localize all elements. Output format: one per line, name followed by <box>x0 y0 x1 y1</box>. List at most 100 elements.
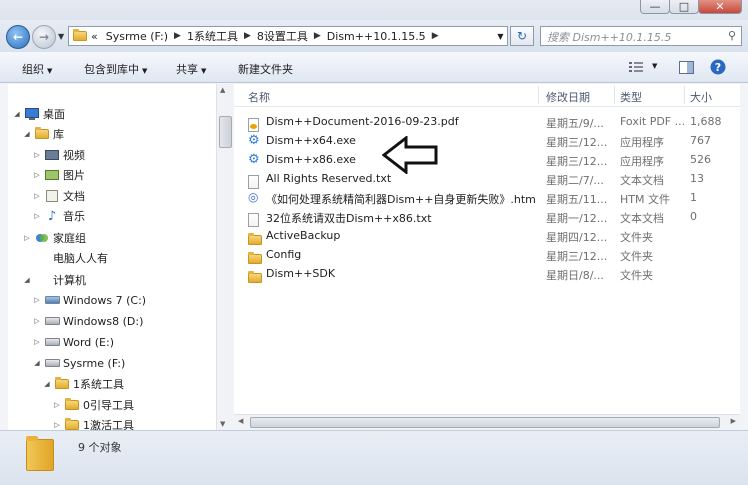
breadcrumb-settings-tools[interactable]: 8设置工具 <box>253 28 312 44</box>
nav-item-user[interactable]: 电脑人人有 <box>22 248 108 268</box>
breadcrumb-dism[interactable]: Dism++10.1.15.5 <box>323 30 430 43</box>
scroll-thumb[interactable] <box>250 417 720 428</box>
refresh-button[interactable]: ↻ <box>510 26 534 46</box>
search-input[interactable]: 搜索 Dism++10.1.15.5 ⚲ <box>540 26 742 46</box>
maximize-button[interactable]: □ <box>669 0 699 14</box>
nav-item-drive-c[interactable]: ▷ Windows 7 (C:) <box>32 290 146 310</box>
nav-item-drive-e[interactable]: ▷ Word (E:) <box>32 332 114 352</box>
navigation-pane: ◢ 桌面 ◢ 库 ▷ 视频 ▷ 图片 ▷ 文档 ▷ ♪ 音乐 ▷ 家庭组 电脑人… <box>8 84 233 430</box>
file-row[interactable]: All Rights Reserved.txt 星期二/7/... 文本文档 1… <box>234 169 740 189</box>
expand-arrow-icon[interactable]: ▷ <box>52 401 62 409</box>
minimize-button[interactable]: — <box>640 0 670 14</box>
share-button[interactable]: 共享 ▼ <box>176 61 206 77</box>
music-icon: ♪ <box>47 208 57 224</box>
file-type: 文本文档 <box>620 212 664 225</box>
file-type: 文件夹 <box>620 231 653 244</box>
file-date: 星期二/7/... <box>546 174 604 187</box>
file-list-horizontal-scrollbar[interactable]: ◀ ▶ <box>234 414 740 431</box>
file-row[interactable]: ActiveBackup 星期四/12... 文件夹 <box>234 226 740 245</box>
expand-arrow-icon[interactable]: ▷ <box>32 171 42 179</box>
nav-item-computer[interactable]: ◢ 计算机 <box>22 270 86 290</box>
expand-arrow-icon[interactable]: ▷ <box>32 317 42 325</box>
video-icon <box>44 148 60 162</box>
file-date: 星期五/11... <box>546 193 608 206</box>
nav-item-music[interactable]: ▷ ♪ 音乐 <box>32 206 85 226</box>
nav-item-videos[interactable]: ▷ 视频 <box>32 145 85 165</box>
column-header-type[interactable]: 类型 <box>620 89 642 105</box>
chevron-down-icon: ▼ <box>201 67 207 75</box>
nav-item-homegroup[interactable]: ▷ 家庭组 <box>22 228 86 248</box>
close-button[interactable]: ✕ <box>698 0 742 14</box>
breadcrumb-drive[interactable]: Sysrme (F:) <box>102 30 172 43</box>
file-row[interactable]: 32位系统请双击Dism++x86.txt 星期一/12... 文本文档 0 <box>234 207 740 227</box>
column-header-date[interactable]: 修改日期 <box>546 89 590 105</box>
view-options-button[interactable] <box>628 59 644 75</box>
expand-arrow-icon[interactable]: ▷ <box>32 192 42 200</box>
scroll-right-icon[interactable]: ▶ <box>731 417 736 425</box>
file-row[interactable]: ⚙ Dism++x86.exe 星期三/12... 应用程序 526 <box>234 150 740 169</box>
recent-pages-dropdown[interactable]: ▼ <box>58 32 64 41</box>
scroll-down-icon[interactable]: ▼ <box>220 420 225 428</box>
collapse-arrow-icon[interactable]: ◢ <box>22 130 32 138</box>
collapse-arrow-icon[interactable]: ◢ <box>32 359 42 367</box>
nav-item-boot-tools[interactable]: ▷ 0引导工具 <box>52 395 134 415</box>
column-divider[interactable] <box>614 86 615 104</box>
file-date: 星期三/12... <box>546 155 608 168</box>
address-bar[interactable]: « Sysrme (F:) ▶ 1系统工具 ▶ 8设置工具 ▶ Dism++10… <box>68 26 504 46</box>
nav-item-documents[interactable]: ▷ 文档 <box>32 186 85 206</box>
nav-item-desktop[interactable]: ◢ 桌面 <box>12 104 65 124</box>
column-divider[interactable] <box>538 86 539 104</box>
view-options-dropdown[interactable]: ▼ <box>652 62 657 70</box>
nav-item-label: 家庭组 <box>53 232 86 245</box>
breadcrumb-overflow[interactable]: « <box>87 30 102 43</box>
include-library-button[interactable]: 包含到库中 ▼ <box>84 61 147 77</box>
nav-item-libraries[interactable]: ◢ 库 <box>22 124 64 144</box>
preview-pane-button[interactable] <box>678 59 694 75</box>
nav-item-system-tools[interactable]: ◢ 1系统工具 <box>42 374 124 394</box>
collapse-arrow-icon[interactable]: ◢ <box>42 380 52 388</box>
column-divider[interactable] <box>684 86 685 104</box>
forward-button[interactable]: → <box>32 25 56 49</box>
expand-arrow-icon[interactable]: ▷ <box>32 151 42 159</box>
folder-icon <box>73 29 87 41</box>
column-header-name[interactable]: 名称 <box>248 89 270 105</box>
organize-button[interactable]: 组织 ▼ <box>22 61 52 77</box>
expand-arrow-icon[interactable]: ▷ <box>32 212 42 220</box>
file-row[interactable]: ⚙ Dism++x64.exe 星期三/12... 应用程序 767 <box>234 131 740 150</box>
folder-icon <box>64 418 80 430</box>
expand-arrow-icon[interactable]: ▷ <box>32 296 42 304</box>
scroll-up-icon[interactable]: ▲ <box>220 86 225 94</box>
file-row[interactable]: ◎ 《如何处理系统精简利器Dism++自身更新失败》.htm 星期五/11...… <box>234 188 740 207</box>
collapse-arrow-icon[interactable]: ◢ <box>22 276 32 284</box>
search-icon[interactable]: ⚲ <box>728 29 736 42</box>
nav-item-drive-f[interactable]: ◢ Sysrme (F:) <box>32 353 125 373</box>
nav-item-label: 计算机 <box>53 274 86 287</box>
breadcrumb-separator-icon[interactable]: ▶ <box>312 31 323 41</box>
back-button[interactable]: ← <box>6 25 30 49</box>
breadcrumb-separator-icon[interactable]: ▶ <box>430 31 441 41</box>
preview-pane-icon <box>678 60 694 74</box>
help-button[interactable]: ? <box>710 59 726 75</box>
file-row[interactable]: Dism++SDK 星期日/8/... 文件夹 <box>234 264 740 283</box>
nav-pane-scrollbar[interactable]: ▲ ▼ <box>216 84 233 430</box>
file-name: 《如何处理系统精简利器Dism++自身更新失败》.htm <box>266 193 536 206</box>
breadcrumb-separator-icon[interactable]: ▶ <box>242 31 253 41</box>
nav-item-label: 音乐 <box>63 210 85 223</box>
address-history-dropdown[interactable]: ▼ <box>494 26 508 46</box>
breadcrumb-system-tools[interactable]: 1系统工具 <box>183 28 242 44</box>
nav-item-activation-tools[interactable]: ▷ 1激活工具 <box>52 415 134 430</box>
expand-arrow-icon[interactable]: ▷ <box>22 234 32 242</box>
expand-arrow-icon[interactable]: ▷ <box>52 421 62 429</box>
new-folder-button[interactable]: 新建文件夹 <box>238 61 293 77</box>
file-type: 文本文档 <box>620 174 664 187</box>
scroll-thumb[interactable] <box>219 116 232 148</box>
file-row[interactable]: Dism++Document-2016-09-23.pdf 星期五/9/... … <box>234 112 740 132</box>
scroll-left-icon[interactable]: ◀ <box>238 417 243 425</box>
nav-item-pictures[interactable]: ▷ 图片 <box>32 165 85 185</box>
column-header-size[interactable]: 大小 <box>690 89 712 105</box>
expand-arrow-icon[interactable]: ▷ <box>32 338 42 346</box>
file-row[interactable]: Config 星期三/12... 文件夹 <box>234 245 740 264</box>
breadcrumb-separator-icon[interactable]: ▶ <box>172 31 183 41</box>
nav-item-drive-d[interactable]: ▷ Windows8 (D:) <box>32 311 143 331</box>
collapse-arrow-icon[interactable]: ◢ <box>12 110 22 118</box>
